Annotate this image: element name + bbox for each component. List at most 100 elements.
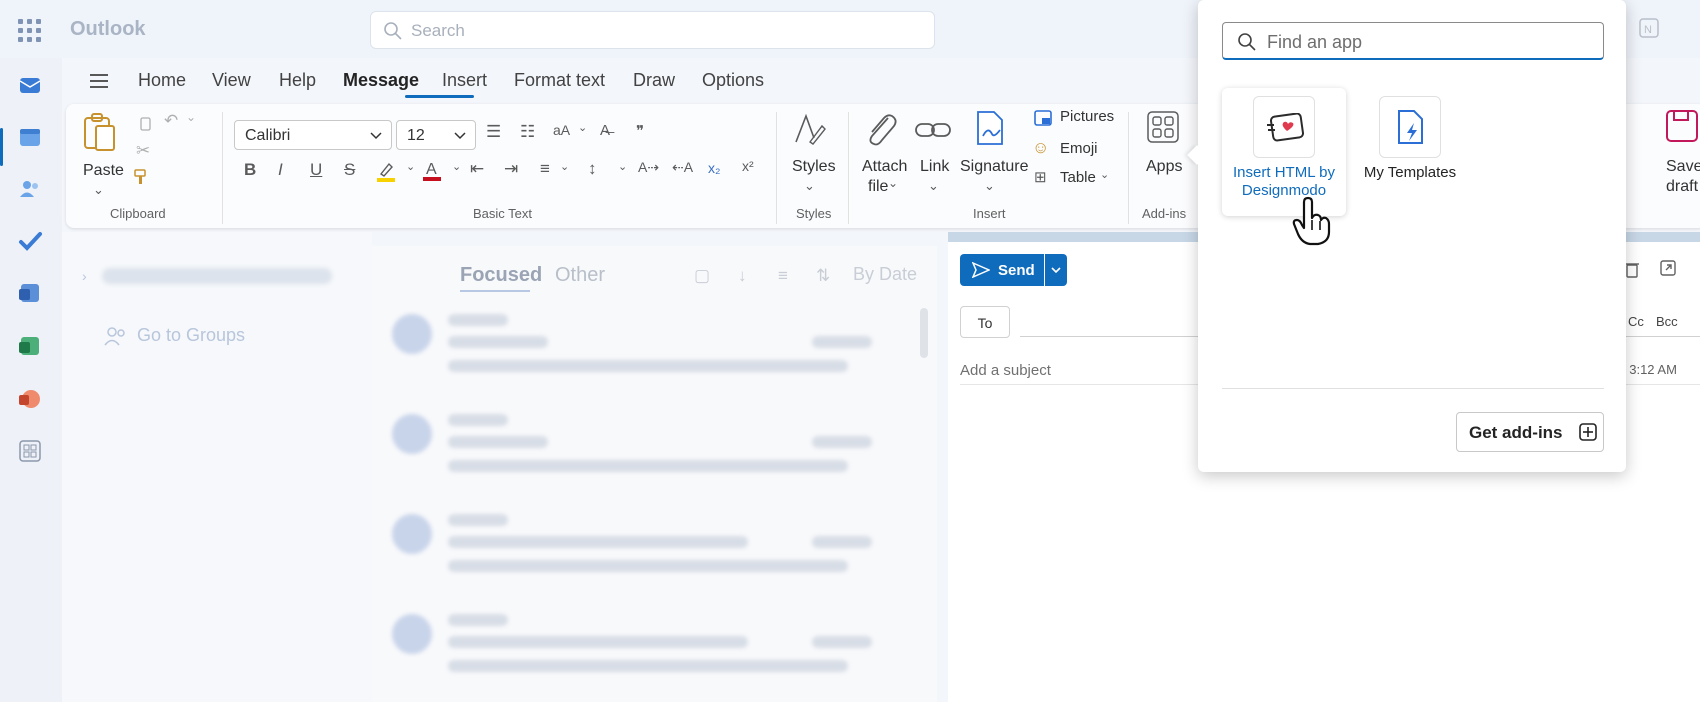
apps-icon[interactable]	[1146, 110, 1180, 144]
save-label[interactable]: Save	[1666, 158, 1700, 176]
excel-icon[interactable]	[17, 333, 43, 359]
scrollbar[interactable]	[920, 308, 928, 358]
bullets-icon[interactable]: ☰	[486, 122, 501, 142]
link-dropdown-icon[interactable]: ⌄	[928, 178, 939, 194]
account-name[interactable]	[102, 268, 332, 284]
tab-options[interactable]: Options	[702, 70, 764, 91]
to-button[interactable]: To	[960, 306, 1010, 338]
send-button[interactable]: Send	[960, 254, 1044, 286]
word-icon[interactable]	[17, 280, 43, 306]
italic-icon[interactable]: I	[278, 160, 283, 180]
tab-home[interactable]: Home	[138, 70, 186, 91]
sort-icon[interactable]: ⇅	[816, 266, 830, 286]
bcc-button[interactable]: Bcc	[1656, 314, 1678, 329]
highlight-icon[interactable]	[376, 160, 396, 182]
calendar-icon[interactable]	[17, 124, 43, 150]
link-icon[interactable]	[914, 118, 952, 142]
subscript-icon[interactable]: x₂	[708, 160, 720, 176]
font-color-icon[interactable]: A	[422, 158, 442, 182]
sort-by-date[interactable]: By Date	[853, 264, 917, 285]
cc-button[interactable]: Cc	[1628, 314, 1644, 329]
list-item[interactable]	[392, 608, 912, 698]
emoji-label[interactable]: Emoji	[1060, 140, 1098, 157]
decrease-indent-icon[interactable]: ⇤	[470, 159, 484, 179]
powerpoint-icon[interactable]	[17, 386, 43, 412]
highlight-dropdown-icon[interactable]: ⌄	[406, 160, 415, 173]
superscript-icon[interactable]: x²	[742, 158, 754, 174]
table-label[interactable]: Table	[1060, 169, 1096, 186]
find-app-input[interactable]: Find an app	[1222, 22, 1604, 60]
app-tile-my-templates[interactable]: My Templates	[1348, 96, 1472, 182]
get-addins-button[interactable]: Get add-ins	[1456, 412, 1604, 452]
line-spacing-dropdown-icon[interactable]: ⌄	[618, 160, 627, 173]
subject-input[interactable]: Add a subject	[960, 362, 1051, 379]
undo-icon[interactable]: ↶	[164, 111, 178, 131]
apps-label[interactable]: Apps	[1146, 158, 1182, 176]
tab-insert[interactable]: Insert	[442, 70, 487, 91]
discard-icon[interactable]	[1624, 260, 1640, 278]
list-item[interactable]	[392, 408, 912, 498]
attach-icon[interactable]	[862, 110, 900, 150]
font-size-select[interactable]: 12	[396, 120, 476, 150]
mail-icon[interactable]	[17, 72, 43, 98]
change-case-dropdown-icon[interactable]: ⌄	[578, 121, 587, 134]
bold-icon[interactable]: B	[244, 160, 256, 180]
tab-draw[interactable]: Draw	[633, 70, 675, 91]
onenote-icon[interactable]: N	[1638, 17, 1660, 39]
paste-dropdown-icon[interactable]: ⌄	[93, 182, 104, 198]
tab-message[interactable]: Message	[343, 70, 419, 91]
styles-icon[interactable]	[792, 112, 826, 148]
undo-dropdown-icon[interactable]: ⌄	[186, 110, 196, 124]
align-icon[interactable]: ≡	[540, 159, 550, 179]
list-item[interactable]	[392, 508, 912, 598]
line-spacing-icon[interactable]: ↕	[588, 159, 597, 179]
change-case-icon[interactable]: aA	[553, 122, 570, 138]
strikethrough-icon[interactable]: S	[344, 160, 355, 180]
hamburger-menu-icon[interactable]	[88, 72, 110, 90]
signature-dropdown-icon[interactable]: ⌄	[984, 178, 995, 194]
tab-format-text[interactable]: Format text	[514, 70, 605, 91]
clear-formatting-icon[interactable]: A̶	[600, 122, 610, 139]
table-icon[interactable]: ⊞	[1034, 168, 1047, 186]
ltr-icon[interactable]: A⇢	[638, 159, 659, 176]
jump-icon[interactable]: ↓	[738, 266, 747, 286]
copy-icon[interactable]	[138, 116, 154, 132]
font-family-select[interactable]: Calibri	[234, 120, 392, 150]
underline-icon[interactable]: U	[310, 160, 322, 180]
styles-dropdown-icon[interactable]: ⌄	[804, 178, 815, 194]
signature-icon[interactable]	[974, 108, 1006, 148]
todo-icon[interactable]	[17, 228, 43, 254]
attach-file-label[interactable]: file	[868, 178, 888, 196]
emoji-icon[interactable]: ☺	[1032, 138, 1049, 158]
attach-dropdown-icon[interactable]: ⌄	[888, 176, 898, 190]
filter-icon[interactable]: ≡	[778, 266, 788, 286]
search-input[interactable]: Search	[370, 11, 935, 49]
chevron-right-icon[interactable]: ›	[82, 268, 87, 284]
more-apps-icon[interactable]	[17, 438, 43, 464]
send-options-button[interactable]	[1045, 254, 1067, 286]
tab-other[interactable]: Other	[555, 264, 605, 287]
app-launcher-icon[interactable]	[18, 19, 42, 43]
tab-focused[interactable]: Focused	[460, 264, 542, 287]
quote-icon[interactable]: ❞	[636, 122, 644, 140]
pictures-icon[interactable]	[1034, 110, 1052, 126]
increase-indent-icon[interactable]: ⇥	[504, 159, 518, 179]
numbering-icon[interactable]: ☷	[520, 122, 535, 142]
link-label[interactable]: Link	[920, 158, 949, 176]
list-item[interactable]	[392, 308, 912, 398]
paste-icon[interactable]	[82, 112, 118, 152]
format-painter-icon[interactable]	[132, 168, 148, 186]
styles-label[interactable]: Styles	[792, 158, 836, 176]
pop-out-icon[interactable]	[1660, 260, 1676, 276]
draft-label[interactable]: draft	[1666, 178, 1698, 196]
cut-icon[interactable]: ✂	[136, 141, 150, 161]
align-dropdown-icon[interactable]: ⌄	[560, 160, 569, 173]
people-icon[interactable]	[17, 176, 43, 202]
go-to-groups-link[interactable]: Go to Groups	[137, 325, 245, 346]
pictures-label[interactable]: Pictures	[1060, 108, 1114, 125]
tab-view[interactable]: View	[212, 70, 251, 91]
signature-label[interactable]: Signature	[960, 158, 1029, 176]
save-draft-icon[interactable]	[1664, 108, 1700, 144]
attach-label[interactable]: Attach	[862, 158, 907, 176]
select-icon[interactable]: ▢	[694, 266, 710, 286]
